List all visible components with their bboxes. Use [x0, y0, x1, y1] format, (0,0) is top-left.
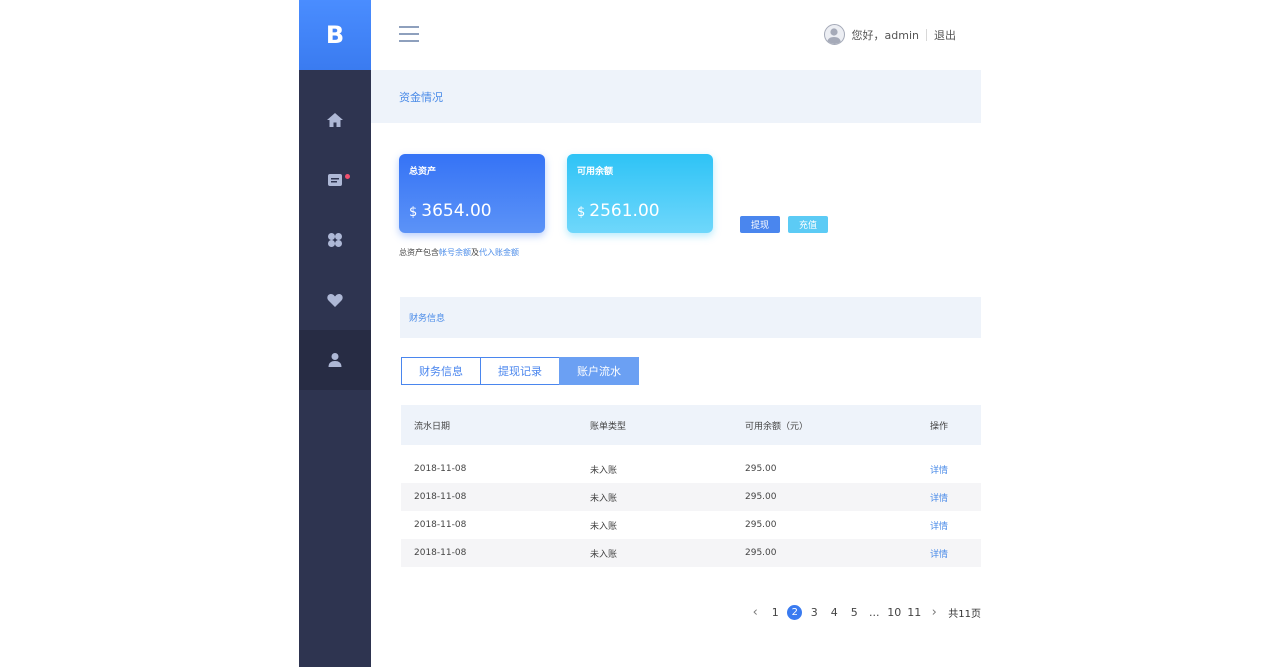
cell-type: 未入账 [590, 549, 618, 560]
cell-date: 2018-11-08 [414, 492, 467, 502]
withdraw-button[interactable]: 提现 [740, 216, 780, 233]
cell-type: 未入账 [590, 493, 618, 504]
pagination: ‹ 1 2 3 4 5 ... 10 11 › 共11页 [745, 602, 981, 622]
currency-symbol: $ [409, 205, 418, 220]
topbar: 您好，admin 退出 [371, 0, 981, 70]
sidebar: B [299, 0, 371, 667]
column-header-action: 操作 [930, 421, 949, 432]
page-1[interactable]: 1 [765, 602, 785, 622]
sidebar-item-home[interactable] [299, 90, 371, 150]
greeting: 您好，admin [851, 28, 919, 42]
home-icon [327, 113, 343, 127]
tab-finance-info[interactable]: 财务信息 [401, 357, 481, 385]
note-link-account-balance[interactable]: 帐号余额 [439, 248, 471, 257]
currency-symbol: $ [577, 205, 586, 220]
cell-balance: 295.00 [745, 492, 777, 502]
page-ellipsis: ... [869, 605, 880, 619]
assets-note: 总资产包含帐号余额及代入账金额 [399, 247, 519, 258]
user-info: 您好，admin 退出 [823, 24, 956, 45]
main-content: 您好，admin 退出 资金情况 总资产 $3654.00 可用余额 $2561… [371, 0, 981, 667]
table-row: 2018-11-08 未入账 295.00 详情 [401, 483, 981, 511]
total-assets-label: 总资产 [409, 167, 437, 177]
prev-page-icon[interactable]: ‹ [745, 602, 765, 622]
details-link[interactable]: 详情 [930, 494, 948, 504]
sidebar-item-account[interactable] [299, 330, 371, 390]
notification-badge [345, 174, 350, 179]
column-header-balance: 可用余额（元） [745, 421, 809, 432]
page-11[interactable]: 11 [904, 602, 924, 622]
note-mid: 及 [471, 248, 479, 257]
heart-icon [327, 293, 343, 307]
apps-icon [328, 233, 342, 247]
page-3[interactable]: 3 [804, 602, 824, 622]
available-balance-value: 2561.00 [589, 201, 660, 221]
details-link[interactable]: 详情 [930, 466, 948, 476]
page-10[interactable]: 10 [884, 602, 904, 622]
cell-balance: 295.00 [745, 548, 777, 558]
available-balance-amount: $2561.00 [577, 201, 660, 221]
sidebar-item-messages[interactable] [299, 150, 371, 210]
cell-type: 未入账 [590, 521, 618, 532]
funds-section-title: 资金情况 [371, 70, 981, 123]
column-header-date: 流水日期 [414, 421, 451, 432]
table-row: 2018-11-08 未入账 295.00 详情 [401, 539, 981, 567]
funds-cards: 总资产 $3654.00 可用余额 $2561.00 提现 充值 总资产包含帐号… [371, 123, 981, 271]
note-link-pending-amount[interactable]: 代入账金额 [479, 248, 519, 257]
page-4[interactable]: 4 [824, 602, 844, 622]
table-body: 2018-11-08 未入账 295.00 详情 2018-11-08 未入账 … [401, 455, 981, 567]
divider [926, 28, 927, 41]
table-header: 流水日期 账单类型 可用余额（元） 操作 [401, 405, 981, 445]
sidebar-item-favorites[interactable] [299, 270, 371, 330]
cell-balance: 295.00 [745, 520, 777, 530]
logo-text: B [325, 21, 345, 49]
table-row: 2018-11-08 未入账 295.00 详情 [401, 511, 981, 539]
column-header-type: 账单类型 [590, 421, 627, 432]
page-2-current[interactable]: 2 [787, 604, 803, 620]
menu-toggle-icon[interactable] [399, 26, 419, 43]
tab-withdraw-records[interactable]: 提现记录 [480, 357, 560, 385]
total-assets-amount: $3654.00 [409, 201, 492, 221]
cell-date: 2018-11-08 [414, 548, 467, 558]
details-link[interactable]: 详情 [930, 522, 948, 532]
table-row: 2018-11-08 未入账 295.00 详情 [401, 455, 981, 483]
total-assets-value: 3654.00 [421, 201, 492, 221]
cell-date: 2018-11-08 [414, 464, 467, 474]
page-5[interactable]: 5 [844, 602, 864, 622]
finance-tabs: 财务信息 提现记录 账户流水 [401, 357, 981, 385]
available-balance-label: 可用余额 [577, 167, 614, 177]
flow-table: 流水日期 账单类型 可用余额（元） 操作 2018-11-08 未入账 295.… [401, 405, 981, 567]
total-assets-card: 总资产 $3654.00 [399, 154, 545, 233]
note-prefix: 总资产包含 [399, 248, 439, 257]
message-icon [328, 174, 342, 186]
cell-date: 2018-11-08 [414, 520, 467, 530]
recharge-button[interactable]: 充值 [788, 216, 828, 233]
sidebar-item-apps[interactable] [299, 210, 371, 270]
available-balance-card: 可用余额 $2561.00 [567, 154, 713, 233]
finance-section-title: 财务信息 [400, 297, 981, 338]
next-page-icon[interactable]: › [924, 602, 944, 622]
cell-balance: 295.00 [745, 464, 777, 474]
user-icon [328, 353, 342, 367]
total-pages: 共11页 [948, 608, 981, 620]
avatar[interactable] [823, 24, 845, 45]
logout-link[interactable]: 退出 [934, 27, 956, 43]
logo[interactable]: B [299, 0, 371, 70]
details-link[interactable]: 详情 [930, 550, 948, 560]
cell-type: 未入账 [590, 465, 618, 476]
tab-account-flow[interactable]: 账户流水 [559, 357, 639, 385]
